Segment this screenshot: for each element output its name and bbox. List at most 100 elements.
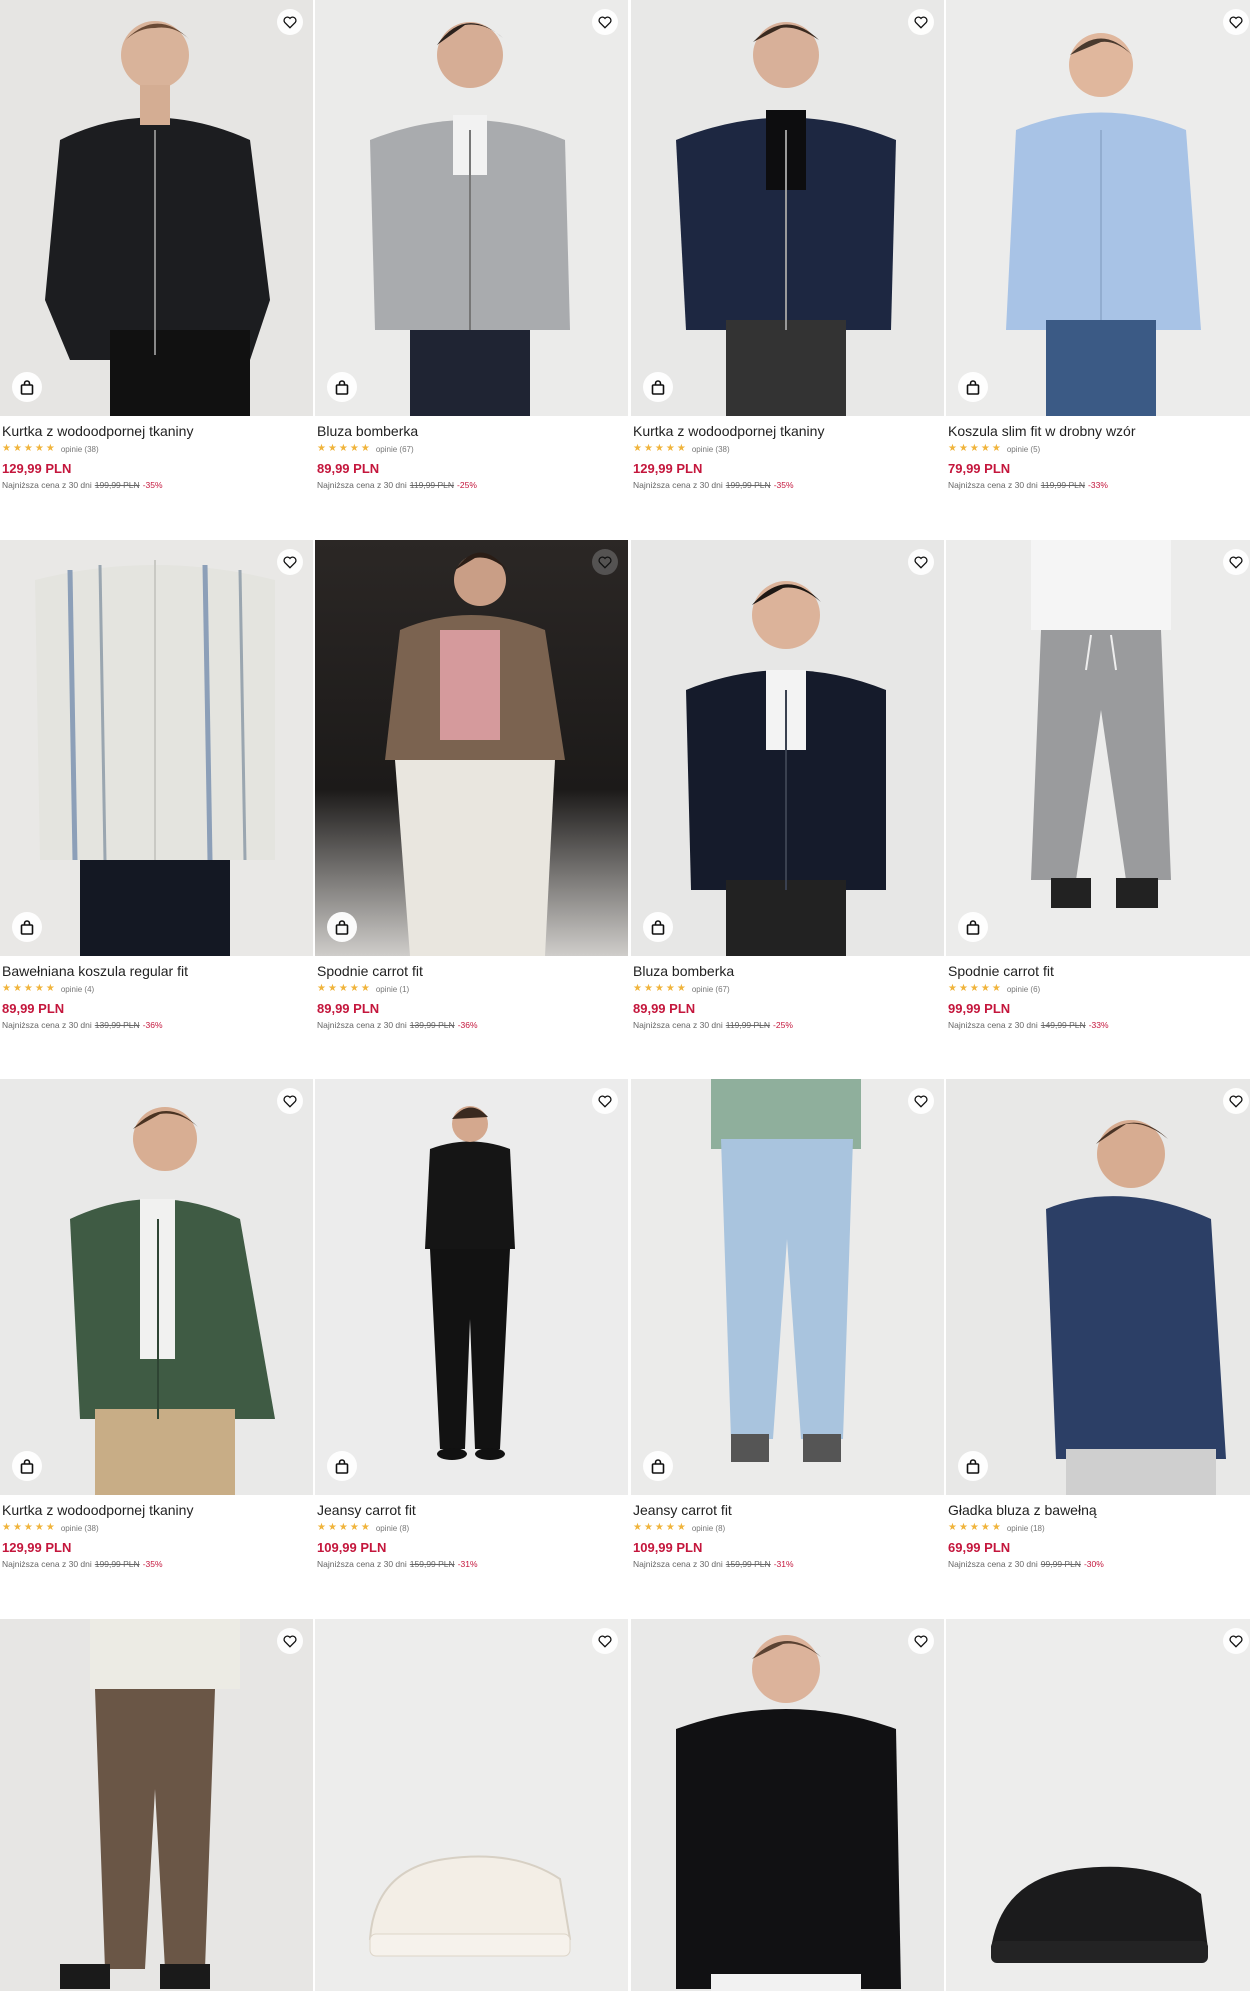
favorite-button[interactable] [277,1628,303,1654]
product-info: Kurtka z wodoodpornej tkaniny ★★★★★ opini… [633,422,942,491]
lowest-price-info: Najniższa cena z 30 dni 159,99 PLN -31% [633,1558,942,1570]
product-image[interactable] [946,540,1250,956]
product-image[interactable] [315,540,628,956]
favorite-button[interactable] [592,549,618,575]
product-photo [0,1079,313,1495]
product-photo [315,540,628,956]
product-image[interactable] [946,1619,1250,1991]
add-to-cart-button[interactable] [643,1451,673,1481]
product-image[interactable] [0,1619,313,1991]
favorite-button[interactable] [277,9,303,35]
lowest-price-info: Najniższa cena z 30 dni 99,99 PLN -30% [948,1558,1250,1570]
add-to-cart-button[interactable] [12,372,42,402]
heart-outline-icon [914,556,928,569]
product-title[interactable]: Kurtka z wodoodpornej tkaniny [633,422,942,441]
product-image[interactable] [315,1619,628,1991]
review-count: opinie (1) [375,984,410,994]
favorite-button[interactable] [1223,1628,1249,1654]
shopping-bag-icon [966,1458,980,1474]
discount-badge: -35% [773,480,794,490]
product-photo [0,0,313,416]
product-image[interactable] [0,540,313,956]
product-image[interactable] [631,0,944,416]
heart-outline-icon [283,1635,297,1648]
rating-stars: ★★★★★ [317,983,372,994]
lowest-price-label: Najniższa cena z 30 dni [948,1020,1038,1030]
product-photo [946,1619,1250,1991]
product-rating: ★★★★★ opinie (18) [948,1521,1250,1535]
review-count: opinie (8) [375,1523,410,1533]
favorite-button[interactable] [1223,1088,1249,1114]
favorite-button[interactable] [592,1088,618,1114]
product-image[interactable] [631,540,944,956]
old-price: 119,99 PLN [1040,480,1086,490]
favorite-button[interactable] [592,9,618,35]
add-to-cart-button[interactable] [12,912,42,942]
product-image[interactable] [946,0,1250,416]
favorite-button[interactable] [908,549,934,575]
product-title[interactable]: Koszula slim fit w drobny wzór [948,422,1250,441]
product-title[interactable]: Kurtka z wodoodpornej tkaniny [2,422,311,441]
old-price: 159,99 PLN [725,1559,771,1569]
add-to-cart-button[interactable] [643,912,673,942]
favorite-button[interactable] [908,1628,934,1654]
product-photo [631,1619,944,1991]
product-info: Bawełniana koszula regular fit ★★★★★ opin… [2,962,311,1031]
old-price: 99,99 PLN [1040,1559,1081,1569]
product-info: Koszula slim fit w drobny wzór ★★★★★ opin… [948,422,1250,491]
old-price: 139,99 PLN [94,1020,140,1030]
favorite-button[interactable] [908,9,934,35]
review-count: opinie (4) [60,984,95,994]
favorite-button[interactable] [592,1628,618,1654]
favorite-button[interactable] [1223,9,1249,35]
lowest-price-label: Najniższa cena z 30 dni [948,480,1038,490]
product-title[interactable]: Gładka bluza z bawełną [948,1501,1250,1520]
add-to-cart-button[interactable] [643,372,673,402]
product-title[interactable]: Spodnie carrot fit [317,962,626,981]
old-price: 159,99 PLN [409,1559,455,1569]
rating-stars: ★★★★★ [2,1522,57,1533]
product-info: Jeansy carrot fit ★★★★★ opinie (8) 109,99… [633,1501,942,1570]
product-image[interactable] [631,1619,944,1991]
heart-outline-icon [598,16,612,29]
product-image[interactable] [0,0,313,416]
old-price: 119,99 PLN [409,480,455,490]
product-title[interactable]: Jeansy carrot fit [317,1501,626,1520]
add-to-cart-button[interactable] [958,1451,988,1481]
product-photo [946,1079,1250,1495]
add-to-cart-button[interactable] [958,912,988,942]
rating-stars: ★★★★★ [2,983,57,994]
lowest-price-label: Najniższa cena z 30 dni [2,1020,92,1030]
favorite-button[interactable] [277,1088,303,1114]
lowest-price-label: Najniższa cena z 30 dni [317,1559,407,1569]
product-price: 129,99 PLN [2,1540,72,1555]
product-image[interactable] [946,1079,1250,1495]
review-count: opinie (38) [60,444,99,454]
product-photo [631,1079,944,1495]
product-title[interactable]: Spodnie carrot fit [948,962,1250,981]
add-to-cart-button[interactable] [12,1451,42,1481]
product-photo [946,540,1250,956]
favorite-button[interactable] [277,549,303,575]
add-to-cart-button[interactable] [958,372,988,402]
review-count: opinie (38) [691,444,730,454]
product-title[interactable]: Bluza bomberka [317,422,626,441]
add-to-cart-button[interactable] [327,372,357,402]
favorite-button[interactable] [908,1088,934,1114]
favorite-button[interactable] [1223,549,1249,575]
product-title[interactable]: Bawełniana koszula regular fit [2,962,311,981]
add-to-cart-button[interactable] [327,912,357,942]
heart-outline-icon [914,16,928,29]
product-rating: ★★★★★ opinie (8) [633,1521,942,1535]
product-title[interactable]: Jeansy carrot fit [633,1501,942,1520]
product-image[interactable] [631,1079,944,1495]
product-image[interactable] [315,1079,628,1495]
product-title[interactable]: Kurtka z wodoodpornej tkaniny [2,1501,311,1520]
product-photo [631,540,944,956]
lowest-price-label: Najniższa cena z 30 dni [633,1559,723,1569]
product-image[interactable] [315,0,628,416]
product-title[interactable]: Bluza bomberka [633,962,942,981]
product-image[interactable] [0,1079,313,1495]
product-price: 129,99 PLN [2,461,72,476]
add-to-cart-button[interactable] [327,1451,357,1481]
